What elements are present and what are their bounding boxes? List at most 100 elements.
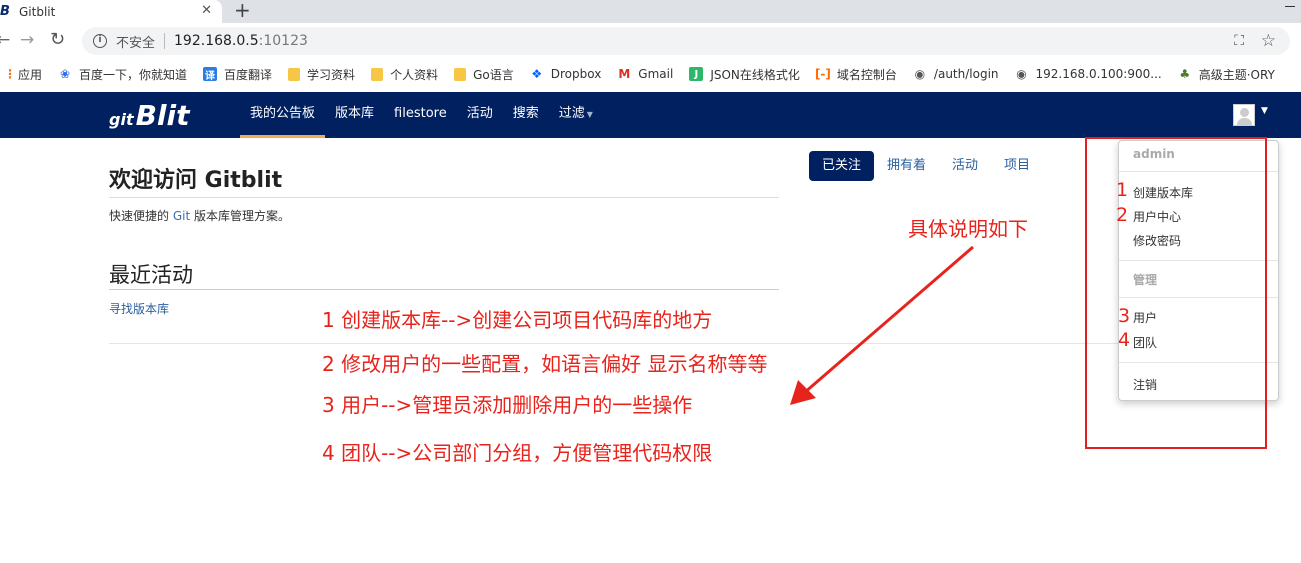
gmail-icon: M (618, 67, 631, 81)
annotation-number-3: 3 (1118, 305, 1131, 327)
dashboard-tab[interactable]: 活动 (939, 151, 991, 181)
gitblit-logo[interactable]: gitBlit (109, 99, 190, 132)
bookmark-label: 应用 (18, 67, 43, 82)
browser-tab[interactable]: B Gitblit ✕ (0, 0, 222, 23)
globe-icon: ◉ (1016, 67, 1027, 81)
bookmark-label: 百度翻译 (224, 67, 273, 82)
nav-item[interactable]: 版本库 (325, 92, 384, 138)
nav-item[interactable]: 过滤 ▼ (549, 92, 603, 138)
bookmark-label: 百度一下，你就知道 (79, 67, 188, 82)
tagline-git: Git (172, 209, 191, 223)
browser-tabstrip: B Gitblit ✕ + (0, 0, 1301, 23)
browser-toolbar: ← → ↻ i 不安全 192.168.0.5:10123 ⛶ ☆ (0, 23, 1301, 59)
bookmark-label: Dropbox (550, 67, 602, 81)
dashboard-tab[interactable]: 拥有着 (874, 151, 939, 181)
nav-item[interactable]: 我的公告板 (240, 92, 326, 138)
annotation-number-4: 4 (1118, 329, 1131, 351)
bookmark-label: 192.168.0.100:900... (1035, 67, 1162, 81)
bookmark-item[interactable]: 学习资料 (288, 66, 355, 83)
bookmark-item[interactable]: ⋮⋮应用 (0, 66, 42, 83)
nav-item[interactable]: 搜索 (503, 92, 549, 138)
annotation-line-4: 4 团队-->公司部门分组，方便管理代码权限 (322, 441, 713, 465)
bookmark-label: 学习资料 (307, 67, 356, 82)
logo-text: Blit (135, 99, 190, 132)
bookmark-item[interactable]: 个人资料 (371, 66, 438, 83)
logo-prefix: git (109, 110, 134, 129)
bookmark-item[interactable]: ❖ Dropbox (530, 67, 602, 81)
tab-title: Gitblit (19, 4, 56, 19)
tagline-prefix: 快速便捷的 (109, 209, 173, 223)
translate-page-icon[interactable]: ⛶ (1234, 33, 1244, 49)
chevron-down-icon[interactable]: ▼ (1261, 106, 1268, 116)
nav-item-label: filestore (394, 106, 447, 121)
aliyun-icon: [-] (814, 67, 831, 81)
nav-item[interactable]: filestore (384, 92, 457, 138)
bookmark-label: Gmail (638, 67, 674, 81)
close-tab-icon[interactable]: ✕ (201, 3, 212, 18)
nav-item-label: 搜索 (512, 106, 539, 121)
annotation-line-1: 1 创建版本库-->创建公司项目代码库的地方 (322, 308, 713, 332)
main-nav: 我的公告板 版本库 filestore 活动 搜索 过滤 ▼ (240, 92, 603, 138)
dashboard-tabs: 已关注 拥有着 活动 项目 (809, 151, 1043, 181)
annotation-title: 具体说明如下 (908, 217, 1028, 241)
recent-activity-heading: 最近活动 (109, 263, 193, 287)
forward-arrow-icon[interactable]: → (20, 30, 34, 50)
dashboard-tab[interactable]: 项目 (991, 151, 1043, 181)
address-bar[interactable]: i 不安全 192.168.0.5:10123 ⛶ ☆ (82, 27, 1290, 55)
avatar-head (1240, 108, 1249, 117)
gitblit-navbar: gitBlit 我的公告板 版本库 filestore 活动 搜索 过滤 ▼ ▼ (0, 92, 1301, 138)
nav-item-label: 版本库 (335, 106, 375, 121)
user-avatar[interactable] (1233, 104, 1255, 126)
bookmark-label: JSON在线格式化 (710, 67, 800, 82)
title-divider (109, 197, 779, 198)
nav-item-label: 活动 (466, 106, 493, 121)
back-arrow-icon[interactable]: ← (0, 30, 10, 50)
avatar-body (1237, 118, 1252, 125)
url-host: 192.168.0.5 (174, 33, 259, 49)
bookmark-label: 个人资料 (390, 67, 439, 82)
annotation-arrow (790, 245, 974, 405)
nav-item-label: 过滤 (558, 106, 585, 121)
nav-item-label: 我的公告板 (250, 106, 316, 121)
bookmark-label: Go语言 (473, 67, 514, 82)
annotation-line-2: 2 修改用户的一些配置，如语言偏好 显示名称等等 (322, 352, 768, 376)
globe-icon: ◉ (914, 67, 926, 81)
section-divider (109, 289, 779, 290)
nav-item[interactable]: 活动 (457, 92, 503, 138)
annotation-line-3: 3 用户-->管理员添加删除用户的一些操作 (322, 393, 693, 417)
tagline: 快速便捷的 Git 版本库管理方案。 (109, 207, 290, 224)
minimize-window-icon[interactable] (1285, 6, 1295, 7)
bookmark-label: 域名控制台 (836, 67, 897, 82)
folder-icon (371, 67, 384, 81)
bookmark-item[interactable]: M Gmail (617, 67, 673, 81)
apps-icon: ⋮⋮ (0, 67, 16, 81)
translate-icon: 译 (203, 67, 218, 82)
json-icon: J (689, 67, 704, 81)
gitblit-favicon-icon: B (0, 3, 10, 19)
bookmark-item[interactable]: J JSON在线格式化 (689, 66, 800, 83)
bookmark-item[interactable]: 译百度翻译 (203, 66, 272, 83)
tree-icon: ♣ (1179, 67, 1191, 81)
page-title: 欢迎访问 Gitblit (109, 168, 283, 193)
folder-icon (454, 67, 467, 81)
bookmark-item[interactable]: ◉ 192.168.0.100:900... (1015, 67, 1162, 81)
find-repos-link[interactable]: 寻找版本库 (109, 300, 169, 317)
insecure-label: 不安全 (116, 35, 156, 51)
bookmark-item[interactable]: [-] 域名控制台 (814, 66, 897, 83)
bookmark-item[interactable]: ❀ 百度一下，你就知道 (58, 66, 187, 83)
bookmark-item[interactable]: ♣ 高级主题·ORY (1178, 66, 1275, 83)
annotation-number-2: 2 (1116, 204, 1129, 226)
new-tab-icon[interactable]: + (234, 0, 251, 22)
dropbox-icon: ❖ (531, 67, 543, 81)
info-icon[interactable]: i (93, 34, 107, 48)
chevron-down-icon: ▼ (586, 110, 593, 119)
bookmark-star-icon[interactable]: ☆ (1261, 31, 1276, 51)
omnibox-separator (164, 33, 166, 49)
dashboard-tab[interactable]: 已关注 (809, 151, 875, 181)
reload-icon[interactable]: ↻ (50, 29, 65, 50)
bookmark-item[interactable]: ◉ /auth/login (913, 67, 999, 81)
tagline-suffix: 版本库管理方案。 (190, 209, 290, 223)
bookmark-item[interactable]: Go语言 (454, 66, 514, 83)
bookmark-label: /auth/login (933, 67, 999, 81)
folder-icon (288, 67, 301, 81)
